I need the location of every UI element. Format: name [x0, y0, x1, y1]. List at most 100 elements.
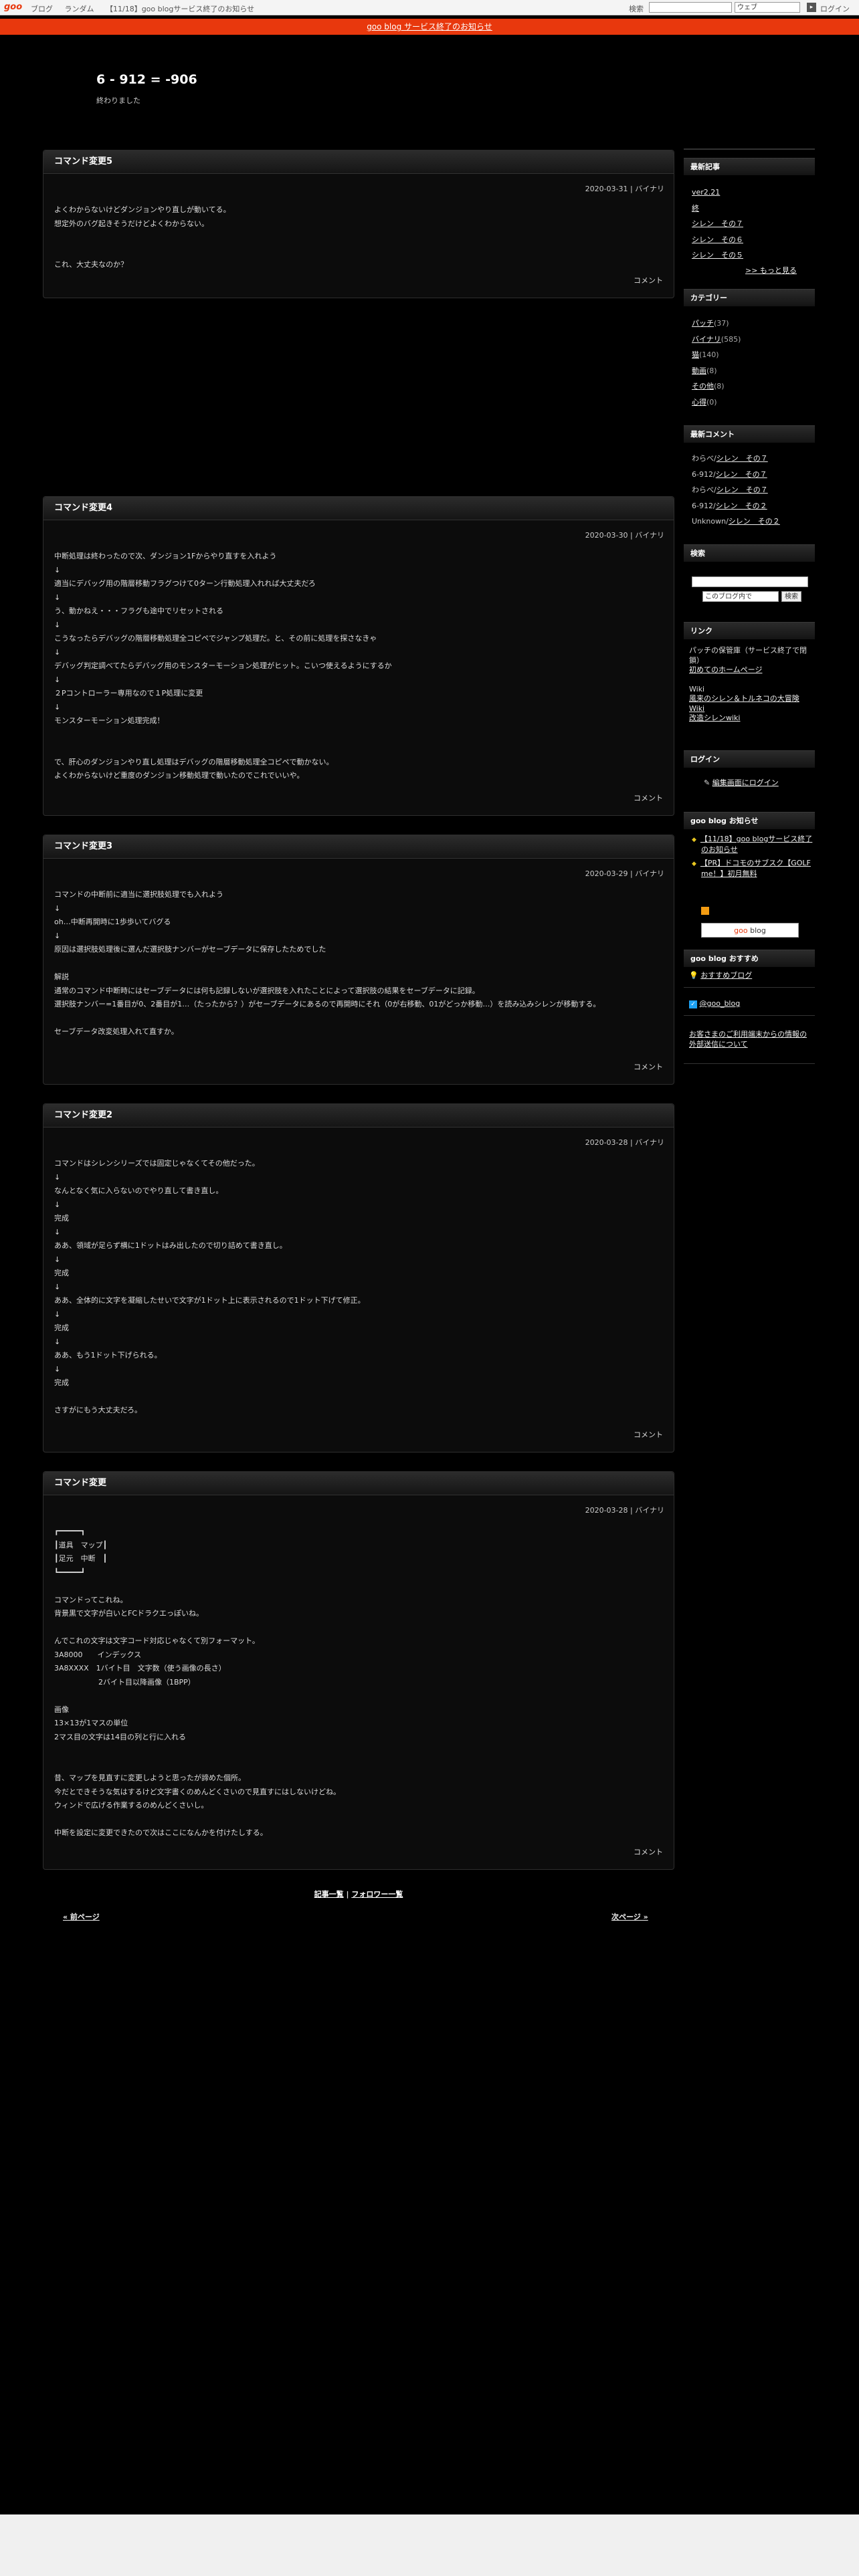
recommend-section: 💡 おすすめブログ	[689, 971, 814, 981]
recent-post-link[interactable]: シレン その６	[692, 235, 743, 244]
comment-author: Unknown/	[692, 517, 729, 526]
toolbar-search-scope-select[interactable]: ウェブ	[735, 2, 800, 13]
link-kaizo-wiki[interactable]: 改造シレンwiki	[689, 714, 740, 722]
notice-link[interactable]: 【11/18】goo blogサービス終了のお知らせ	[700, 835, 812, 854]
promo-link[interactable]: 【PR】ドコモのサブスク【GOLF me！】初月無料	[700, 859, 811, 878]
link-homepage[interactable]: 初めてのホームページ	[689, 665, 762, 674]
goo-logo[interactable]: goo	[4, 2, 22, 12]
comment-post-link[interactable]: シレン その２	[729, 517, 780, 526]
sidebar-search-scope-select[interactable]: このブログ内で	[702, 591, 779, 602]
entry-comment-link[interactable]: コメント	[634, 275, 663, 286]
category-link[interactable]: バイナリ	[692, 335, 721, 344]
lightbulb-icon: 💡	[689, 971, 698, 980]
goo-blog-button[interactable]: goo blog	[701, 923, 799, 938]
entry: コマンド変更 2020-03-28 | バイナリ ┏━━━━━┓ ┃道具 マップ…	[43, 1471, 674, 1870]
entry-comment-link[interactable]: コメント	[634, 1061, 663, 1072]
external-info-section: お客さまのご利用端末からの情報の外部送信について	[689, 1030, 814, 1049]
category-count: (0)	[706, 397, 717, 407]
entry-comment-link[interactable]: コメント	[634, 1846, 663, 1857]
entry: コマンド変更2 2020-03-28 | バイナリ コマンドはシレンシリーズでは…	[43, 1103, 674, 1453]
comment-author: 6-912/	[692, 469, 716, 479]
toolbar-link-random[interactable]: ランダム	[65, 5, 94, 13]
entry: コマンド変更4 2020-03-30 | バイナリ 中断処理は終わったので次、ダ…	[43, 496, 674, 816]
recent-posts-heading: 最新記事	[684, 158, 815, 175]
toolbar-link-blog[interactable]: ブログ	[31, 5, 53, 13]
recommend-blog-link[interactable]: おすすめブログ	[700, 971, 752, 980]
entry-meta: 2020-03-31 | バイナリ	[585, 185, 664, 193]
footer-bar	[0, 2514, 859, 2576]
links-section: パッチの保管庫（サービス終了で閉鎖） 初めてのホームページ Wiki 風来のシレ…	[689, 646, 814, 724]
toolbar-link-notice[interactable]: 【11/18】goo blogサービス終了のお知らせ	[106, 5, 254, 13]
comment-post-link[interactable]: シレン その２	[716, 502, 767, 510]
category-count: (585)	[721, 334, 741, 344]
category-link[interactable]: 猫	[692, 350, 699, 359]
entry-title[interactable]: コマンド変更3	[43, 835, 674, 859]
links-wiki-label: Wiki	[689, 684, 705, 693]
follower-list-link[interactable]: フォロワー一覧	[351, 1890, 403, 1899]
entry-body: コマンドの中断前に適当に選択肢処理でも入れよう ↓ oh…中断再開時に1歩歩いて…	[54, 890, 601, 1036]
entry-body: コマンドはシレンシリーズでは固定じゃなくてその他だった。 ↓ なんとなく気に入ら…	[54, 1159, 365, 1414]
external-transmission-link[interactable]: お客さまのご利用端末からの情報の外部送信について	[689, 1030, 807, 1049]
bullet-icon: ◆	[692, 861, 696, 867]
category-link[interactable]: その他	[692, 382, 714, 391]
blog-title[interactable]: 6 - 912 = -906	[96, 72, 197, 87]
edit-login-link[interactable]: 編集画面にログイン	[712, 778, 779, 787]
entry-comment-link[interactable]: コメント	[634, 792, 663, 803]
sidebar-divider	[684, 148, 815, 150]
links-description: パッチの保管庫（サービス終了で閉鎖）	[689, 646, 807, 665]
toolbar-search-input[interactable]	[649, 2, 732, 13]
more-posts-link[interactable]: >> もっと見る	[745, 265, 797, 276]
search-heading: 検索	[684, 544, 815, 562]
recommend-heading: goo blog おすすめ	[684, 950, 815, 967]
sidebar-search-button[interactable]: 検索	[781, 591, 801, 602]
sidebar-divider	[684, 987, 815, 988]
service-end-notice-link[interactable]: goo blog サービス終了のお知らせ	[367, 22, 492, 31]
entry-title[interactable]: コマンド変更2	[43, 1104, 674, 1128]
category-link[interactable]: 心得	[692, 398, 706, 407]
recent-post-link[interactable]: シレン その５	[692, 251, 743, 259]
toolbar-login-link[interactable]: ログイン	[820, 3, 850, 14]
goo-blog-button-logo: goo	[734, 926, 748, 935]
entry-title[interactable]: コマンド変更5	[43, 150, 674, 174]
toolbar-search-label: 検索	[629, 5, 644, 13]
blog-description: 終わりました	[96, 96, 140, 105]
login-heading: ログイン	[684, 750, 815, 768]
recent-posts-list: ver2.21 終 シレン その７ シレン その６ シレン その５	[692, 185, 815, 263]
entry-body: 中断処理は終わったので次、ダンジョン1Fからやり直すを入れよう ↓ 適当にデバッ…	[54, 552, 392, 780]
entry-meta: 2020-03-28 | バイナリ	[585, 1138, 664, 1147]
entry-comment-link[interactable]: コメント	[634, 1429, 663, 1440]
goo-blog-button-label: blog	[747, 926, 766, 935]
recent-post-link[interactable]: 終	[692, 204, 699, 213]
category-count: (8)	[706, 366, 717, 375]
category-count: (140)	[699, 350, 719, 359]
entry-meta: 2020-03-30 | バイナリ	[585, 531, 664, 540]
recent-post-link[interactable]: ver2.21	[692, 188, 720, 197]
next-page-link[interactable]: 次ページ »	[611, 1911, 648, 1922]
comment-post-link[interactable]: シレン その７	[717, 486, 768, 494]
category-list: パッチ(37) バイナリ(585) 猫(140) 動画(8) その他(8) 心得…	[692, 316, 815, 410]
comment-post-link[interactable]: シレン その７	[716, 470, 767, 479]
pencil-icon: ✎	[704, 778, 712, 787]
category-link[interactable]: 動画	[692, 366, 706, 375]
recent-post-link[interactable]: シレン その７	[692, 219, 743, 228]
bullet-icon: ◆	[692, 837, 696, 843]
article-list-link[interactable]: 記事一覧	[314, 1890, 344, 1899]
twitter-link[interactable]: @goo_blog	[700, 999, 741, 1008]
entry-body: ┏━━━━━┓ ┃道具 マップ┃ ┃足元 中断 ┃ ┗━━━━━┛ コマンドって…	[54, 1527, 341, 1837]
login-section: ✎ 編集画面にログイン	[704, 778, 828, 788]
entry-title[interactable]: コマンド変更4	[43, 497, 674, 520]
sidebar-divider	[684, 1015, 815, 1016]
link-shiren-wiki[interactable]: 風来のシレン＆トルネコの大冒険 Wiki	[689, 694, 799, 713]
toolbar-search-go-icon[interactable]: ▸	[807, 3, 816, 12]
sidebar-search-input[interactable]	[692, 576, 808, 587]
toolbar-links: ブログ ランダム 【11/18】goo blogサービス終了のお知らせ	[31, 3, 264, 14]
entry-meta: 2020-03-28 | バイナリ	[585, 1506, 664, 1515]
comment-post-link[interactable]: シレン その７	[717, 454, 768, 463]
rss-icon[interactable]	[701, 907, 709, 915]
category-count: (37)	[714, 319, 729, 328]
prev-page-link[interactable]: « 前ページ	[63, 1911, 100, 1922]
entry-title[interactable]: コマンド変更	[43, 1472, 674, 1495]
pager: 記事一覧 | フォロワー一覧	[43, 1889, 674, 1899]
category-link[interactable]: パッチ	[692, 319, 714, 328]
comment-author: わらべ/	[692, 486, 717, 494]
